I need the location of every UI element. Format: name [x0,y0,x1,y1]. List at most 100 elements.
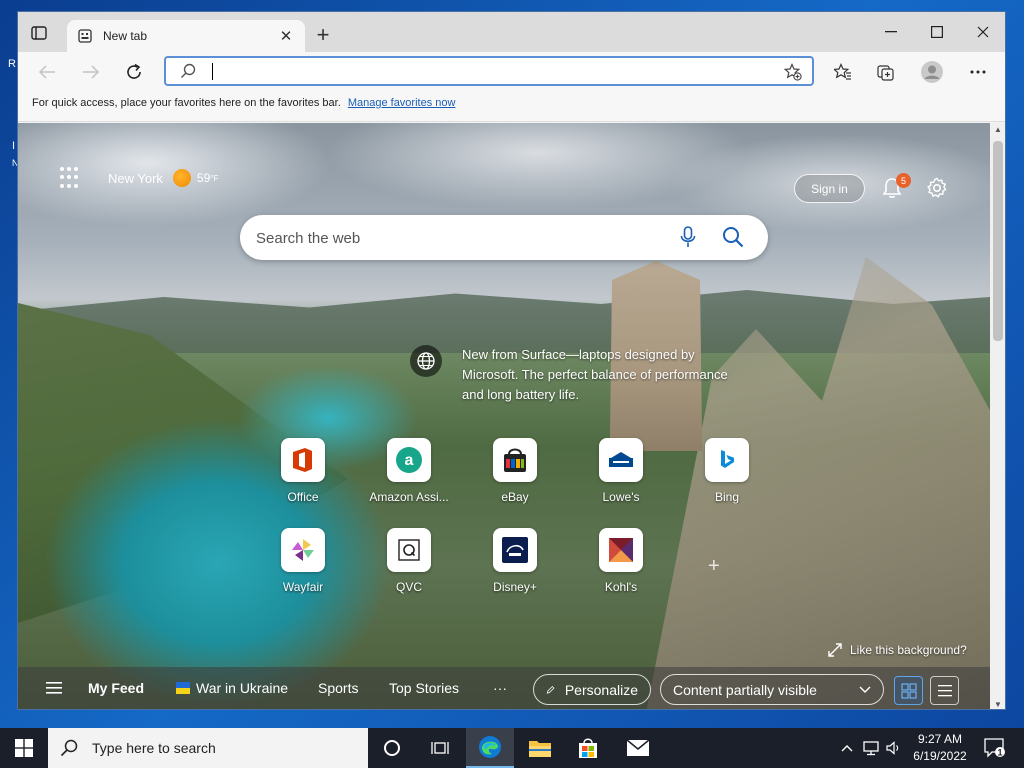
network-tray[interactable] [860,728,882,768]
profile-avatar[interactable] [917,58,947,86]
tab-new-tab[interactable]: New tab ✕ [67,20,305,52]
tab-actions-icon[interactable] [28,22,50,44]
task-view-icon [431,742,449,754]
taskbar-edge[interactable] [466,728,514,768]
quick-link-label: Disney+ [493,580,537,594]
lowes-icon [599,438,643,482]
page-scrollbar[interactable]: ▲ ▼ [990,123,1005,709]
page-settings-icon[interactable] [926,177,948,199]
quick-link-label: Kohl's [604,580,638,594]
grid-layout-button[interactable] [894,676,923,705]
bing-icon [705,438,749,482]
scroll-up-icon[interactable]: ▲ [993,125,1003,134]
back-button[interactable] [32,58,62,86]
like-background-link[interactable]: Like this background? [828,643,967,657]
feed-tab-sports[interactable]: Sports [318,680,358,696]
personalize-button[interactable]: Personalize [533,674,651,705]
address-input[interactable] [210,61,770,81]
taskbar-search-placeholder: Type here to search [92,740,216,756]
quick-link-office[interactable]: Office [258,438,348,518]
search-submit-icon[interactable] [722,226,744,253]
personalize-label: Personalize [564,681,638,698]
content-visibility-dropdown[interactable]: Content partially visible [660,674,884,705]
feed-tab-war-in-ukraine[interactable]: War in Ukraine [176,680,288,696]
cortana-button[interactable] [368,728,416,768]
quick-link-label: Lowe's [602,490,640,504]
action-center-button[interactable]: 1 [983,737,1005,764]
promo-infopane[interactable]: New from Surface—laptops designed by Mic… [410,345,730,405]
list-layout-button[interactable] [930,676,959,705]
notification-count: 1 [997,748,1002,758]
add-favorite-icon[interactable] [783,63,802,86]
web-search-input[interactable] [256,227,656,249]
start-button[interactable] [0,728,48,768]
grid-icon [900,682,917,699]
new-tab-page-icon [77,28,93,44]
maximize-button[interactable] [914,20,960,44]
refresh-button[interactable] [119,58,149,86]
expand-icon [828,643,842,657]
network-icon [863,741,879,756]
quick-link-qvc[interactable]: QVC [364,528,454,608]
taskbar-clock[interactable]: 9:27 AM 6/19/2022 [900,731,980,765]
ebay-icon [493,438,537,482]
taskbar-mail[interactable] [614,728,662,768]
new-tab-page: New York 59°F Sign in 5 New from Surfa [18,123,990,709]
cortana-icon [384,740,400,756]
browser-toolbar [18,52,1005,92]
manage-favorites-link[interactable]: Manage favorites now [348,97,456,109]
taskbar-store[interactable] [564,728,612,768]
feed-more-button[interactable]: ··· [493,680,507,696]
sun-icon [172,169,191,187]
taskbar: Type here to search 9:27 AM 6/19/2022 1 [0,728,1024,768]
web-search-box[interactable] [240,215,768,260]
office-icon [281,438,325,482]
close-window-button[interactable] [960,20,1005,44]
show-hidden-icons[interactable] [838,728,856,768]
close-tab-icon[interactable]: ✕ [277,27,295,45]
edge-icon [479,736,501,758]
favorites-icon[interactable] [828,58,858,86]
microphone-icon[interactable] [680,226,696,253]
new-tab-button[interactable]: + [311,24,335,48]
search-icon [60,739,78,757]
quick-link-lowes[interactable]: Lowe's [576,438,666,518]
taskbar-search-box[interactable]: Type here to search [48,728,368,768]
svg-text:a: a [405,452,414,469]
weather-widget[interactable]: New York 59 °F [108,169,218,187]
ukraine-flag-icon [176,682,190,694]
globe-icon [410,345,442,377]
taskbar-file-explorer[interactable] [516,728,564,768]
address-bar[interactable] [164,56,814,86]
scrollbar-thumb[interactable] [993,141,1003,341]
quick-link-disney[interactable]: Disney+ [470,528,560,608]
clock-date: 6/19/2022 [913,749,967,763]
list-icon [937,684,952,696]
quick-link-ebay[interactable]: eBay [470,438,560,518]
add-quick-link-icon[interactable]: + [708,555,720,578]
kohls-icon [599,528,643,572]
quick-link-amazon[interactable]: a Amazon Assi... [364,438,454,518]
forward-button[interactable] [76,58,106,86]
sign-in-button[interactable]: Sign in [794,174,865,203]
feed-tab-top-stories[interactable]: Top Stories [389,680,459,696]
folder-icon [529,741,551,757]
amazon-icon: a [387,438,431,482]
quick-link-wayfair[interactable]: Wayfair [258,528,348,608]
task-view-button[interactable] [416,728,464,768]
minimize-button[interactable] [868,20,914,44]
notifications-button[interactable]: 5 [882,173,911,201]
scroll-down-icon[interactable]: ▼ [993,700,1003,709]
windows-icon [15,739,33,757]
settings-and-more-icon[interactable] [963,58,993,86]
weather-city: New York [108,170,163,186]
feed-tab-my-feed[interactable]: My Feed [88,680,144,696]
disney-icon [493,528,537,572]
favorites-bar: For quick access, place your favorites h… [18,92,1005,122]
app-launcher-icon[interactable] [60,167,82,189]
quick-link-bing[interactable]: Bing [682,438,772,518]
quick-link-kohls[interactable]: Kohl's [576,528,666,608]
collections-icon[interactable] [871,58,901,86]
hamburger-menu-icon[interactable] [46,681,62,695]
browser-window: New tab ✕ + For quick access, place your… [17,11,1006,710]
